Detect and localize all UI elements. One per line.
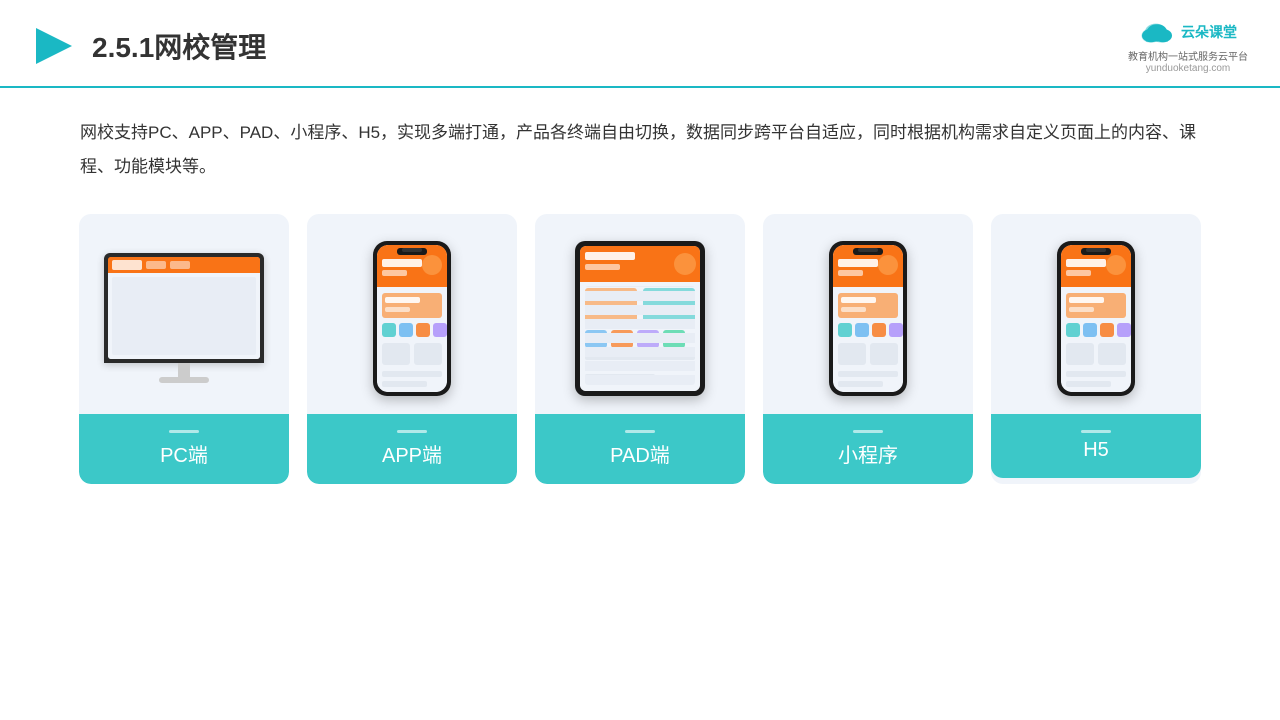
logo-area: 云朵课堂 教育机构一站式服务云平台 yunduoketang.com bbox=[1128, 18, 1248, 74]
monitor-neck bbox=[178, 363, 190, 377]
logo-cloud: 云朵课堂 bbox=[1139, 18, 1237, 46]
card-h5-label: H5 bbox=[991, 414, 1201, 478]
play-icon bbox=[32, 24, 76, 68]
phone-outer bbox=[829, 241, 907, 396]
card-pc: PC端 bbox=[79, 214, 289, 484]
pc-monitor bbox=[104, 253, 264, 383]
card-h5-image bbox=[991, 214, 1201, 414]
label-bar bbox=[853, 430, 883, 433]
card-pad-label: PAD端 bbox=[535, 414, 745, 484]
pad-tablet bbox=[575, 241, 705, 396]
phone-outer bbox=[373, 241, 451, 396]
phone-screen bbox=[377, 245, 447, 392]
tablet-screen bbox=[580, 246, 700, 391]
label-bar bbox=[1081, 430, 1111, 433]
mini-phone bbox=[829, 241, 907, 396]
card-pc-label: PC端 bbox=[79, 414, 289, 484]
cards-container: PC端 bbox=[0, 194, 1280, 504]
monitor-outer bbox=[104, 253, 264, 363]
monitor-base bbox=[159, 377, 209, 383]
card-pad-image bbox=[535, 214, 745, 414]
header-left: 2.5.1网校管理 bbox=[32, 24, 266, 68]
card-miniprogram-image bbox=[763, 214, 973, 414]
card-miniprogram: 小程序 bbox=[763, 214, 973, 484]
phone-screen bbox=[833, 245, 903, 392]
card-app: APP端 bbox=[307, 214, 517, 484]
description-text: 网校支持PC、APP、PAD、小程序、H5，实现多端打通，产品各终端自由切换，数… bbox=[0, 88, 1280, 194]
phone-screen bbox=[1061, 245, 1131, 392]
logo-url: yunduoketang.com bbox=[1146, 63, 1231, 74]
app-phone bbox=[373, 241, 451, 396]
h5-phone bbox=[1057, 241, 1135, 396]
label-bar bbox=[625, 430, 655, 433]
card-h5: H5 bbox=[991, 214, 1201, 484]
card-pc-image bbox=[79, 214, 289, 414]
monitor-screen bbox=[108, 257, 260, 359]
card-app-image bbox=[307, 214, 517, 414]
logo-tagline: 教育机构一站式服务云平台 bbox=[1128, 48, 1248, 63]
label-bar bbox=[169, 430, 199, 433]
tablet-outer bbox=[575, 241, 705, 396]
card-pad: PAD端 bbox=[535, 214, 745, 484]
label-bar bbox=[397, 430, 427, 433]
phone-outer bbox=[1057, 241, 1135, 396]
card-app-label: APP端 bbox=[307, 414, 517, 484]
cloud-icon bbox=[1139, 18, 1175, 46]
logo-name: 云朵课堂 bbox=[1181, 22, 1237, 42]
page-title: 2.5.1网校管理 bbox=[92, 26, 266, 66]
card-miniprogram-label: 小程序 bbox=[763, 414, 973, 484]
header: 2.5.1网校管理 云朵课堂 教育机构一站式服务云平台 yunduoketang… bbox=[0, 0, 1280, 88]
